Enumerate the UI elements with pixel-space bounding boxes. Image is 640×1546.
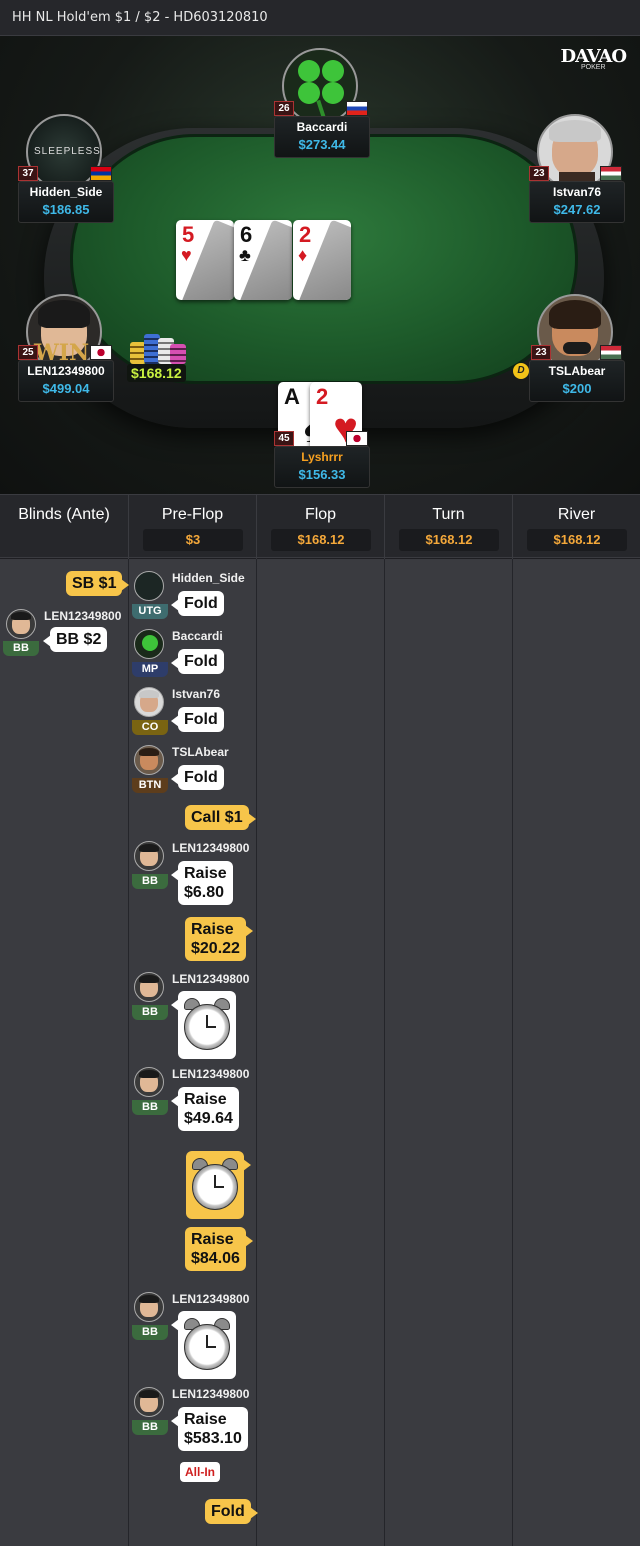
poker-table-view: DAVAO POKER 5 ♥ 6 ♣ 2 ♦ $168.12 26 Bacca…	[0, 36, 640, 494]
title-bar: HH NL Hold'em $1 / $2 - HD603120810	[0, 0, 640, 36]
board-card-1: 5 ♥	[176, 220, 234, 300]
action-player-name: LEN12349800	[172, 841, 250, 855]
club-suit-icon: ♣	[239, 245, 251, 265]
hero-action: Raise $84.06	[185, 1227, 253, 1271]
seat-plate-lyshrrr[interactable]: Lyshrrr $156.33	[274, 446, 370, 488]
player-avatar-icon	[134, 629, 164, 659]
column-divider	[512, 559, 513, 1546]
player-avatar-icon	[134, 1292, 164, 1322]
window-title: HH NL Hold'em $1 / $2 - HD603120810	[12, 10, 268, 25]
heart-suit-icon: ♥	[181, 245, 192, 265]
level-badge: 37	[18, 166, 38, 181]
flag-japan-icon	[346, 431, 368, 446]
hero-action: Call $1	[185, 805, 256, 830]
action-bubble: Raise $6.80	[171, 861, 233, 905]
street-pot: $168.12	[527, 529, 627, 551]
player-avatar-icon	[6, 609, 36, 639]
position-badge: BB	[132, 1325, 168, 1340]
level-badge: 23	[529, 166, 549, 181]
position-badge: BB	[3, 641, 39, 656]
dealer-button: D	[513, 363, 529, 379]
action-player-name: Hidden_Side	[172, 571, 245, 585]
level-badge: 26	[274, 101, 294, 116]
timebank-bubble	[171, 991, 236, 1059]
alarm-clock-icon	[181, 1317, 233, 1373]
position-badge: MP	[132, 662, 168, 677]
action-bubble: Fold	[171, 707, 224, 732]
player-avatar-icon	[134, 972, 164, 1002]
action-player-name: LEN12349800	[172, 1067, 250, 1081]
level-badge: 45	[274, 431, 294, 446]
player-avatar-icon	[134, 745, 164, 775]
all-in-badge: All-In	[180, 1462, 220, 1482]
seat-plate-hidden-side[interactable]: Hidden_Side $186.85	[18, 181, 114, 223]
column-divider	[128, 559, 129, 1546]
street-header-turn: Turn $168.12	[384, 495, 512, 559]
timebank-bubble	[171, 1311, 236, 1379]
action-player-name: Baccardi	[172, 629, 223, 643]
position-badge: BB	[132, 1100, 168, 1115]
street-pot: $3	[143, 529, 243, 551]
position-badge: BB	[132, 874, 168, 889]
action-player-name: TSLAbear	[172, 745, 229, 759]
action-player-name: LEN12349800	[172, 1387, 250, 1401]
alarm-clock-icon	[181, 997, 233, 1053]
flag-hungary-icon	[600, 345, 622, 360]
action-bubble: Raise $49.64	[171, 1087, 239, 1131]
flag-slovenia-icon	[346, 101, 368, 116]
seat-plate-baccardi[interactable]: Baccardi $273.44	[274, 116, 370, 158]
player-avatar-icon	[134, 571, 164, 601]
position-badge: BTN	[132, 778, 168, 793]
flag-japan-icon	[90, 345, 112, 360]
street-pot: $168.12	[399, 529, 499, 551]
action-history: SB $1 BB LEN12349800 BB $2 UTG Hidden_Si…	[0, 559, 640, 1546]
brand-logo: DAVAO POKER	[560, 46, 627, 71]
street-header-flop: Flop $168.12	[256, 495, 384, 559]
action-bubble: Fold	[171, 591, 224, 616]
action-player-name: Istvan76	[172, 687, 221, 701]
hero-action: Raise $20.22	[185, 917, 253, 961]
column-divider	[256, 559, 257, 1546]
player-avatar-icon	[134, 1067, 164, 1097]
position-badge: CO	[132, 720, 168, 735]
street-header-river: River $168.12	[512, 495, 640, 559]
action-player-name: LEN12349800	[44, 609, 122, 623]
action-bubble: Fold	[171, 765, 224, 790]
action-player-name: LEN12349800	[172, 1292, 250, 1306]
street-headers: Blinds (Ante) Pre-Flop $3 Flop $168.12 T…	[0, 494, 640, 559]
hero-action-sb: SB $1	[66, 571, 131, 596]
flag-hungary-icon	[600, 166, 622, 181]
alarm-clock-icon	[189, 1157, 241, 1213]
pot-chips-icon	[130, 332, 186, 366]
street-header-blinds: Blinds (Ante)	[18, 506, 110, 523]
action-bubble: Raise $583.10	[171, 1407, 248, 1451]
position-badge: UTG	[132, 604, 168, 619]
hand-history-screen: HH NL Hold'em $1 / $2 - HD603120810 DAVA…	[0, 0, 640, 1546]
board-card-2: 6 ♣	[234, 220, 292, 300]
hero-action: Fold	[205, 1499, 258, 1524]
action-bubble: Fold	[171, 649, 224, 674]
action-player-name: LEN12349800	[172, 972, 250, 986]
position-badge: BB	[132, 1005, 168, 1020]
hero-timebank-bubble	[186, 1151, 251, 1219]
player-avatar-icon	[134, 1387, 164, 1417]
seat-plate-len12349800[interactable]: LEN12349800 $499.04	[18, 360, 114, 402]
street-pot: $168.12	[271, 529, 371, 551]
player-avatar-icon	[134, 841, 164, 871]
position-badge: BB	[132, 1420, 168, 1435]
pot-amount: $168.12	[127, 364, 186, 382]
level-badge: 23	[531, 345, 551, 360]
diamond-suit-icon: ♦	[298, 245, 308, 265]
player-avatar-icon	[134, 687, 164, 717]
column-divider	[384, 559, 385, 1546]
level-badge: 25	[18, 345, 38, 360]
street-header-preflop: Pre-Flop $3	[128, 495, 256, 559]
action-bubble: BB $2	[42, 627, 108, 652]
seat-plate-istvan76[interactable]: Istvan76 $247.62	[529, 181, 625, 223]
flag-armenia-icon	[90, 166, 112, 181]
board-card-3: 2 ♦	[293, 220, 351, 300]
seat-plate-tslabear[interactable]: TSLAbear $200	[529, 360, 625, 402]
